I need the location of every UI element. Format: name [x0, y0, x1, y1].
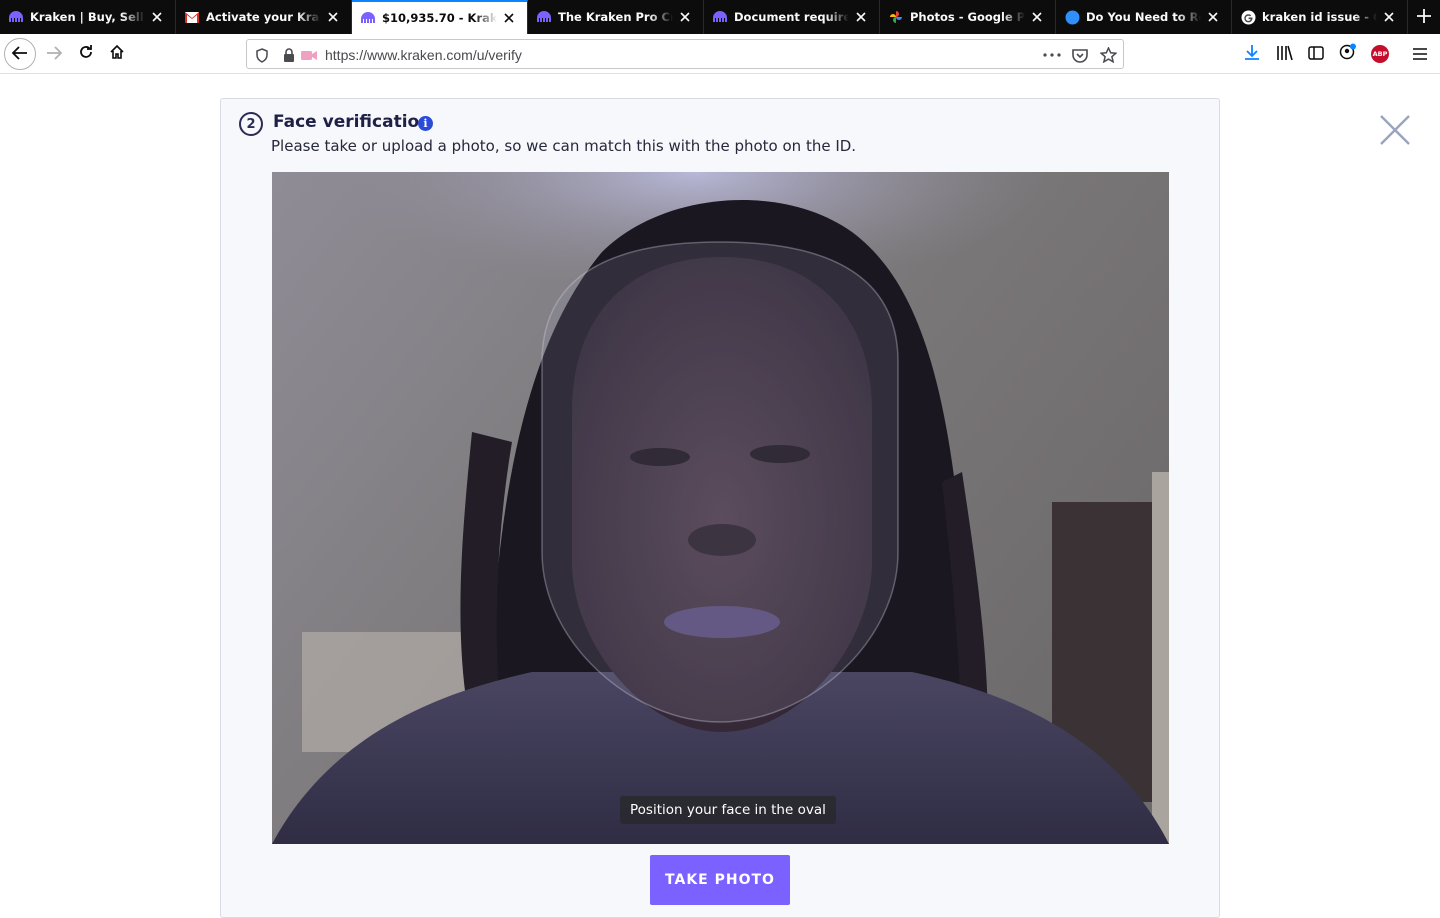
adblock-button[interactable]: ABP [1364, 38, 1396, 70]
arrow-left-icon [11, 45, 28, 64]
pocket-icon[interactable] [1071, 46, 1089, 64]
close-icon[interactable] [325, 9, 341, 25]
tab-google-photos[interactable]: Photos - Google Phot [880, 0, 1056, 34]
info-glyph: i [423, 117, 428, 130]
close-icon [1378, 115, 1412, 151]
library-icon [1276, 45, 1293, 64]
browser-nav-bar: https://www.kraken.com/u/verify ABP [0, 34, 1440, 74]
adblock-label: ABP [1372, 50, 1388, 58]
reload-button[interactable] [70, 38, 102, 70]
tab-title: Do You Need to Renev [1086, 10, 1201, 24]
close-icon[interactable] [1029, 9, 1045, 25]
url-text[interactable]: https://www.kraken.com/u/verify [325, 47, 522, 63]
close-icon[interactable] [1205, 9, 1221, 25]
adblock-icon: ABP [1371, 45, 1389, 63]
forward-button[interactable] [38, 38, 70, 70]
plus-icon [1417, 8, 1431, 27]
lock-icon[interactable] [280, 46, 298, 64]
library-button[interactable] [1268, 38, 1300, 70]
info-icon[interactable]: i [418, 116, 433, 131]
tab-google-search[interactable]: kraken id issue - Goog [1232, 0, 1408, 34]
google-photos-icon [888, 9, 904, 25]
shield-icon[interactable] [253, 46, 271, 64]
face-position-hint: Position your face in the oval [620, 796, 836, 824]
close-icon[interactable] [501, 10, 517, 26]
sidebar-icon [1308, 45, 1324, 64]
close-icon[interactable] [677, 9, 693, 25]
home-button[interactable] [101, 38, 133, 70]
url-bar[interactable]: https://www.kraken.com/u/verify [246, 39, 1124, 69]
take-photo-button[interactable]: TAKE PHOTO [650, 855, 790, 905]
menu-button[interactable] [1404, 38, 1436, 70]
tab-kraken-price[interactable]: $10,935.70 - Kraken - [352, 0, 528, 34]
face-verification-card: 2 Face verification i Please take or upl… [220, 98, 1220, 918]
back-button[interactable] [4, 38, 36, 70]
page-title: Face verification [273, 112, 432, 132]
account-button[interactable] [1332, 38, 1364, 70]
sidebar-button[interactable] [1300, 38, 1332, 70]
tab-title: Activate your Kraken [206, 10, 321, 24]
new-tab-button[interactable] [1408, 0, 1440, 34]
close-icon[interactable] [149, 9, 165, 25]
close-icon[interactable] [853, 9, 869, 25]
download-icon [1244, 44, 1260, 64]
camera-permission-icon[interactable] [300, 46, 318, 64]
webcam-feed-image [272, 172, 1169, 844]
tab-title: kraken id issue - Goog [1262, 10, 1377, 24]
browser-tab-strip: Kraken | Buy, Sell and Activate your Kra… [0, 0, 1440, 34]
reload-icon [78, 44, 94, 64]
step-description: Please take or upload a photo, so we can… [271, 137, 857, 155]
arrow-right-icon [46, 45, 63, 64]
tab-title: $10,935.70 - Kraken - [382, 11, 497, 25]
kraken-icon [8, 9, 24, 25]
google-icon [1240, 9, 1256, 25]
downloads-button[interactable] [1236, 38, 1268, 70]
tab-kraken-home[interactable]: Kraken | Buy, Sell and [0, 0, 176, 34]
tab-gmail[interactable]: Activate your Kraken [176, 0, 352, 34]
tab-document-requirements[interactable]: Document requiremer [704, 0, 880, 34]
hamburger-icon [1413, 45, 1427, 64]
tab-title: The Kraken Pro Crypt [558, 10, 673, 24]
page-actions-icon[interactable] [1043, 46, 1061, 64]
bookmark-star-icon[interactable] [1099, 46, 1117, 64]
tab-renew-article[interactable]: Do You Need to Renev [1056, 0, 1232, 34]
tab-kraken-pro[interactable]: The Kraken Pro Crypt [528, 0, 704, 34]
tab-title: Kraken | Buy, Sell and [30, 10, 145, 24]
account-icon [1339, 43, 1357, 65]
gmail-icon [184, 9, 200, 25]
globe-icon [1064, 9, 1080, 25]
tab-title: Photos - Google Phot [910, 10, 1025, 24]
kraken-icon [536, 9, 552, 25]
kraken-icon [360, 10, 376, 26]
close-icon[interactable] [1381, 9, 1397, 25]
home-icon [109, 44, 125, 64]
camera-preview: Position your face in the oval [272, 172, 1169, 844]
step-number-badge: 2 [239, 112, 263, 136]
close-verification-button[interactable] [1378, 113, 1412, 147]
tab-title: Document requiremer [734, 10, 849, 24]
kraken-icon [712, 9, 728, 25]
